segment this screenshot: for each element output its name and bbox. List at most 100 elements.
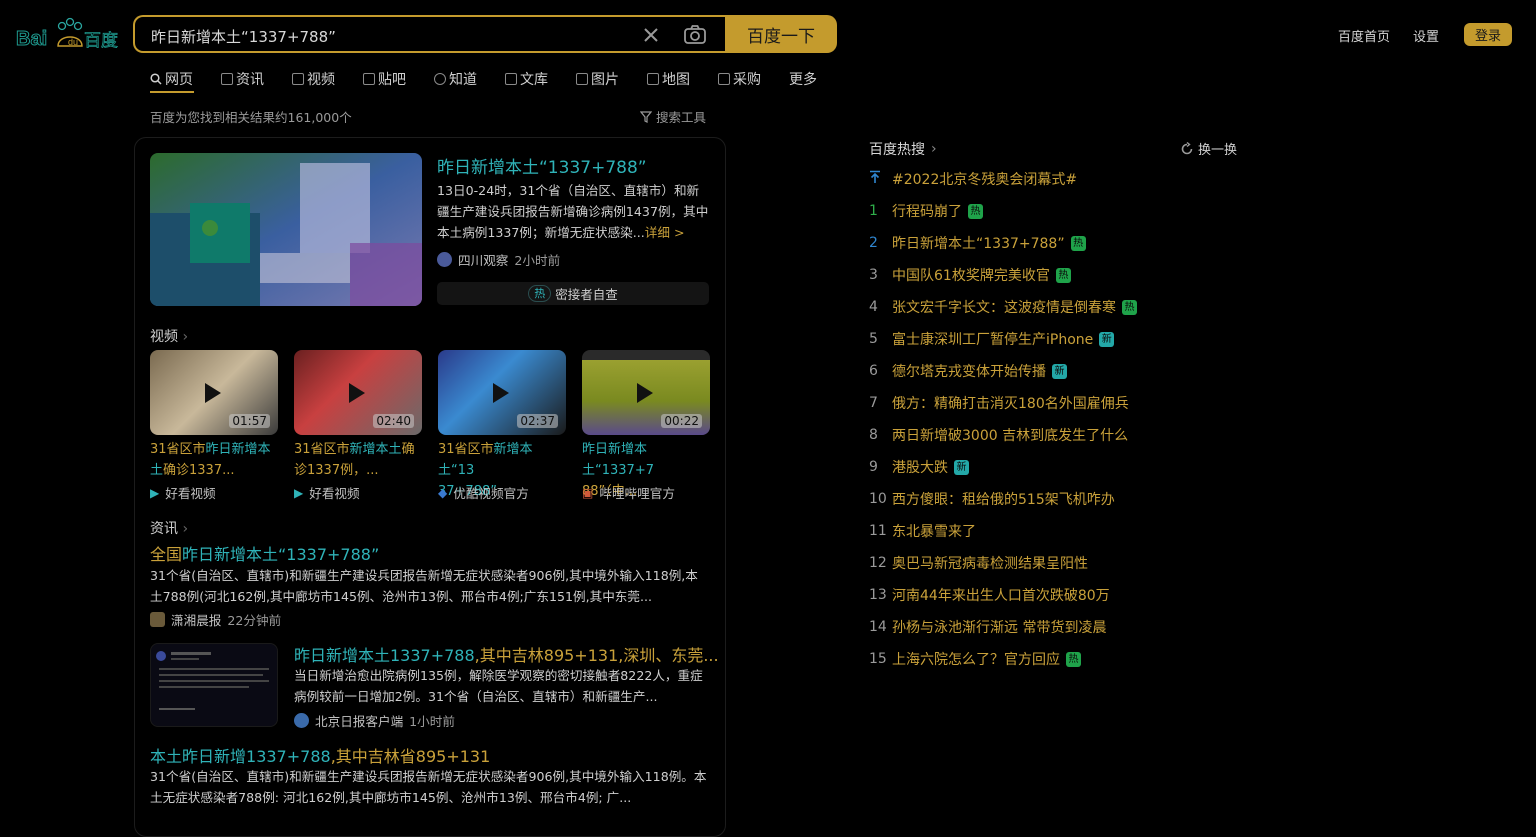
news-thumbnail[interactable] bbox=[150, 643, 278, 727]
chevron-right-icon: › bbox=[182, 521, 189, 537]
source-time: 1小时前 bbox=[409, 714, 455, 729]
top-result-title[interactable]: 昨日新增本土“1337+788” bbox=[437, 153, 647, 178]
search-input[interactable]: 昨日新增本土“1337+788” bbox=[151, 26, 336, 47]
play-icon bbox=[205, 383, 221, 403]
news-source[interactable]: 北京日报客户端 1小时前 bbox=[294, 711, 455, 730]
video-section-title[interactable]: 视频 › bbox=[150, 326, 188, 346]
hot-item[interactable]: 13 河南44年来出生人口首次跌破80万 bbox=[869, 585, 1110, 605]
video-source-name: 好看视频 bbox=[165, 486, 216, 501]
tab-shopping[interactable]: 采购 bbox=[718, 69, 761, 89]
camera-icon[interactable] bbox=[683, 24, 707, 46]
new-badge: 新 bbox=[954, 459, 969, 475]
bilibili-icon: ▣ bbox=[582, 485, 594, 500]
search-button[interactable]: 百度一下 bbox=[725, 15, 837, 53]
related-hot-tag[interactable]: 热 密接者自查 bbox=[437, 282, 709, 305]
search-box[interactable]: 昨日新增本土“1337+788” bbox=[133, 15, 725, 53]
video-thumbnail[interactable]: 02:40 bbox=[294, 350, 422, 435]
hot-item-text: 德尔塔克戎变体开始传播 bbox=[892, 364, 1046, 380]
tab-video[interactable]: 视频 bbox=[292, 69, 335, 89]
hot-item-text: 河南44年来出生人口首次跌破80万 bbox=[892, 588, 1110, 604]
video-source[interactable]: ◆ 优酷视频官方 bbox=[438, 483, 529, 502]
video-title-part: 昨日新增本土“1337+7 bbox=[582, 442, 654, 478]
baidu-logo[interactable]: Bai du 百度 bbox=[16, 16, 120, 52]
video-thumbnail[interactable]: 00:22 bbox=[582, 350, 710, 435]
search-tools-button[interactable]: 搜索工具 bbox=[640, 107, 706, 126]
clear-icon[interactable] bbox=[641, 25, 661, 45]
hot-item-text: 行程码崩了 bbox=[892, 204, 962, 220]
tab-map[interactable]: 地图 bbox=[647, 69, 690, 89]
tab-label: 图片 bbox=[591, 72, 619, 88]
tieba-icon bbox=[363, 73, 375, 85]
baidu-home-link[interactable]: 百度首页 bbox=[1338, 26, 1390, 45]
hot-item-rank: 7 bbox=[869, 395, 878, 411]
news-title[interactable]: 本土昨日新增1337+788,其中吉林省895+131 bbox=[150, 743, 490, 767]
hot-search-title[interactable]: 百度热搜 › bbox=[869, 139, 937, 159]
video-source[interactable]: ▣ 哔哩哔哩官方 bbox=[582, 483, 675, 502]
hot-item-rank: 1 bbox=[869, 203, 878, 219]
hot-item[interactable]: 2 昨日新增本土“1337+788” 热 bbox=[869, 233, 1086, 253]
news-title[interactable]: 全国昨日新增本土“1337+788” bbox=[150, 541, 379, 565]
hot-item-rank: 3 bbox=[869, 267, 878, 283]
hot-item[interactable]: 15 上海六院怎么了？官方回应热 bbox=[869, 649, 1081, 669]
tab-web[interactable]: 网页 bbox=[150, 69, 193, 89]
tab-label: 文库 bbox=[520, 72, 548, 88]
avatar bbox=[294, 713, 309, 728]
video-thumbnail[interactable]: 01:57 bbox=[150, 350, 278, 435]
tab-label: 地图 bbox=[662, 72, 690, 88]
pin-top-icon bbox=[869, 170, 892, 188]
hot-item[interactable]: 3 中国队61枚奖牌完美收官热 bbox=[869, 265, 1071, 285]
news-title[interactable]: 昨日新增本土1337+788,其中吉林895+131,深圳、东莞... bbox=[294, 642, 719, 666]
tab-wenku[interactable]: 文库 bbox=[505, 69, 548, 89]
video-thumbnail[interactable]: 02:37 bbox=[438, 350, 566, 435]
news-section-title[interactable]: 资讯 › bbox=[150, 518, 188, 538]
hot-item[interactable]: 4 张文宏千字长文：这波疫情是倒春寒热 bbox=[869, 297, 1137, 317]
tab-images[interactable]: 图片 bbox=[576, 69, 619, 89]
hot-item-text: #2022北京冬残奥会闭幕式# bbox=[892, 172, 1078, 188]
video-title-part: 新增本土 bbox=[349, 442, 402, 457]
tab-zhidao[interactable]: 知道 bbox=[434, 69, 477, 89]
tab-tieba[interactable]: 贴吧 bbox=[363, 69, 406, 89]
hot-item[interactable]: 5 富士康深圳工厂暂停生产iPhone 新 bbox=[869, 329, 1115, 349]
hot-item-rank: 14 bbox=[869, 619, 887, 635]
tab-more[interactable]: 更多 bbox=[789, 69, 817, 89]
hot-item[interactable]: 6 德尔塔克戎变体开始传播新 bbox=[869, 361, 1067, 381]
top-result-source[interactable]: 四川观察 2小时前 bbox=[437, 250, 560, 269]
video-source[interactable]: ▶ 好看视频 bbox=[294, 483, 360, 502]
hot-item[interactable]: 8 两日新增破3000 吉林到底发生了什么 bbox=[869, 425, 1128, 445]
tab-label: 视频 bbox=[307, 72, 335, 88]
svg-text:du: du bbox=[68, 37, 78, 47]
video-title[interactable]: 31省区市新增本土确 诊1337例，... bbox=[294, 439, 424, 481]
tab-news[interactable]: 资讯 bbox=[221, 69, 264, 89]
details-link[interactable]: 详细 > bbox=[645, 225, 685, 240]
hot-item[interactable]: 14 孙杨与泳池渐行渐远 常带货到凌晨 bbox=[869, 617, 1106, 637]
video-section-label: 视频 bbox=[150, 329, 178, 345]
hot-item[interactable]: 1 行程码崩了热 bbox=[869, 201, 983, 221]
video-title[interactable]: 31省区市昨日新增本 土确诊1337... bbox=[150, 439, 280, 481]
news-source[interactable]: 潇湘晨报 22分钟前 bbox=[150, 610, 281, 629]
hot-item-text: 俄方：精确打击消灭180名外国雇佣兵 bbox=[892, 396, 1129, 412]
login-button[interactable]: 登录 bbox=[1464, 23, 1512, 46]
hot-item[interactable]: 9 港股大跌新 bbox=[869, 457, 969, 477]
settings-link[interactable]: 设置 bbox=[1413, 26, 1439, 45]
search-tools-label: 搜索工具 bbox=[656, 110, 707, 125]
hot-item-pinned[interactable]: #2022北京冬残奥会闭幕式# bbox=[869, 169, 1077, 189]
play-icon bbox=[493, 383, 509, 403]
refresh-button[interactable]: 换一换 bbox=[1180, 139, 1237, 158]
result-count: 百度为您找到相关结果约161,000个 bbox=[150, 110, 352, 125]
new-badge: 新 bbox=[1052, 363, 1067, 379]
hot-item[interactable]: 11 东北暴雪来了 bbox=[869, 521, 976, 541]
tab-label: 知道 bbox=[449, 72, 477, 88]
hot-item-text: 昨日新增本土“1337+788” bbox=[892, 236, 1065, 252]
video-duration: 02:37 bbox=[517, 414, 558, 428]
hot-item[interactable]: 7 俄方：精确打击消灭180名外国雇佣兵 bbox=[869, 393, 1129, 413]
video-title-part: 31省区市 bbox=[438, 442, 494, 457]
play-icon bbox=[637, 383, 653, 403]
play-logo-icon: ▶ bbox=[294, 485, 304, 500]
video-source[interactable]: ▶ 好看视频 bbox=[150, 483, 216, 502]
hot-item[interactable]: 12 奥巴马新冠病毒检测结果呈阳性 bbox=[869, 553, 1088, 573]
news-title-part: 昨日新增1337+788 bbox=[182, 747, 331, 766]
hot-item[interactable]: 10 西方傻眼：租给俄的515架飞机咋办 bbox=[869, 489, 1115, 509]
news-desc: 31个省(自治区、直辖市)和新疆生产建设兵团报告新增无症状感染者906例,其中境… bbox=[150, 568, 698, 604]
top-result-image[interactable] bbox=[150, 153, 422, 306]
news-title-part: ,其中吉林省895+131 bbox=[330, 747, 491, 766]
